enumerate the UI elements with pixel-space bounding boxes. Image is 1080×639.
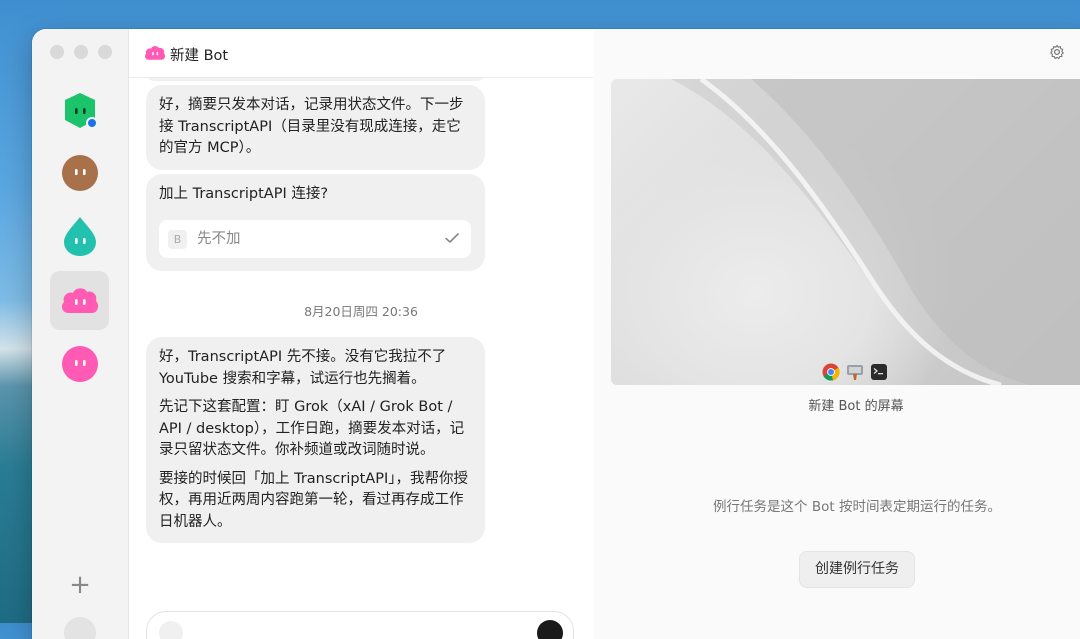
create-routine-button[interactable]: 创建例行任务 bbox=[799, 551, 915, 588]
bot-title: 新建 Bot bbox=[170, 48, 229, 64]
pink-cloud-bot-icon bbox=[144, 46, 166, 60]
minimize-window-button[interactable] bbox=[74, 45, 88, 59]
sidebar-bot-pink-cloud[interactable] bbox=[50, 271, 109, 330]
bot-sidebar: + bbox=[32, 29, 129, 639]
question-text: 加上 TranscriptAPI 连接? bbox=[159, 186, 329, 202]
chrome-icon bbox=[822, 363, 840, 381]
reply-paragraph: 要接的时候回「加上 TranscriptAPI」，我帮你授权，再用近两周内容跑第… bbox=[159, 470, 468, 530]
app-window: + 好，摘要只发本对话，记录用状态文件。下一步接 TranscriptAPI（目… bbox=[32, 29, 1080, 639]
message-timestamp: 8月20日周四 20:36 bbox=[304, 304, 418, 319]
sidebar-bot-teal[interactable] bbox=[50, 206, 109, 265]
reply-paragraph: 先记下这套配置：盯 Grok（xAI / Grok Bot / API / de… bbox=[159, 399, 465, 458]
check-icon bbox=[445, 233, 459, 243]
gear-icon[interactable] bbox=[1049, 44, 1065, 60]
sidebar-bot-pink[interactable] bbox=[50, 334, 109, 393]
option-key-badge: B bbox=[168, 230, 187, 249]
pink-cloud-bot-avatar-icon bbox=[61, 288, 99, 313]
sidebar-bot-brown[interactable] bbox=[50, 143, 109, 202]
screen-label: 新建 Bot 的屏幕 bbox=[808, 399, 904, 414]
teal-drop-bot-avatar-icon bbox=[64, 217, 96, 256]
chat-panel: 好，摘要只发本对话，记录用状态文件。下一步接 TranscriptAPI（目录里… bbox=[129, 29, 593, 639]
zoom-window-button[interactable] bbox=[98, 45, 112, 59]
assistant-reply: 好，TranscriptAPI 先不接。没有它我拉不了 YouTube 搜索和字… bbox=[146, 337, 485, 543]
attach-button[interactable] bbox=[159, 621, 183, 639]
preview-app-icon bbox=[847, 365, 863, 380]
close-window-button[interactable] bbox=[50, 45, 64, 59]
wallpaper-wave bbox=[671, 79, 1080, 385]
online-status-dot bbox=[86, 117, 98, 129]
terminal-icon bbox=[871, 364, 887, 380]
message-composer[interactable] bbox=[146, 611, 574, 639]
routine-description: 例行任务是这个 Bot 按时间表定期运行的任务。 bbox=[713, 499, 1001, 515]
assistant-message: 好，摘要只发本对话，记录用状态文件。下一步接 TranscriptAPI（目录里… bbox=[146, 85, 485, 170]
answer-option[interactable]: B 先不加 bbox=[159, 220, 471, 258]
bot-screen-preview[interactable] bbox=[611, 79, 1080, 385]
pink-bot-avatar-icon bbox=[62, 346, 98, 382]
message-text: 好，摘要只发本对话，记录用状态文件。下一步接 TranscriptAPI（目录里… bbox=[159, 97, 464, 156]
option-label: 先不加 bbox=[197, 231, 241, 247]
question-card: 加上 TranscriptAPI 连接? B 先不加 bbox=[146, 174, 485, 271]
sidebar-bot-green[interactable] bbox=[50, 81, 109, 140]
add-bot-button[interactable]: + bbox=[65, 570, 95, 600]
brown-bot-avatar-icon bbox=[62, 155, 98, 191]
user-avatar[interactable] bbox=[64, 617, 96, 639]
bot-detail-panel: 新建 Bot 的屏幕 例行任务是这个 Bot 按时间表定期运行的任务。 创建例行… bbox=[594, 29, 1080, 639]
chat-header: 新建 Bot bbox=[129, 29, 593, 78]
green-bot-avatar-icon bbox=[65, 93, 98, 129]
reply-paragraph: 好，TranscriptAPI 先不接。没有它我拉不了 YouTube 搜索和字… bbox=[159, 349, 447, 387]
